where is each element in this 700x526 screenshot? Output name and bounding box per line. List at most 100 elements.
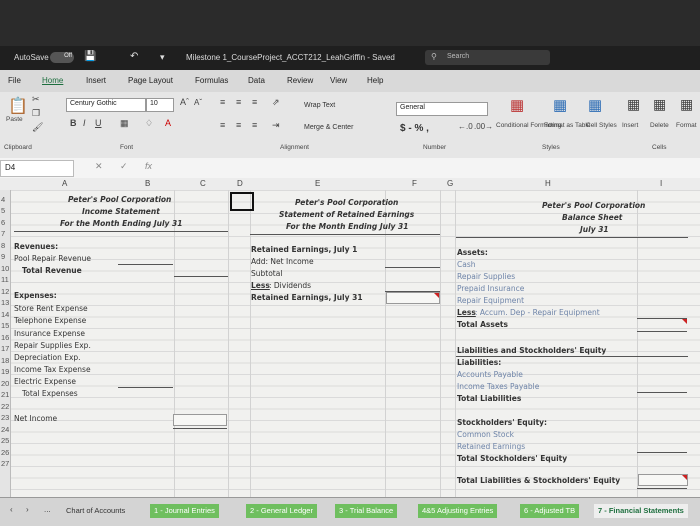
decrease-decimal-icon[interactable]: .00→ bbox=[474, 122, 493, 131]
save-icon[interactable]: 💾 bbox=[84, 51, 96, 62]
column-header-a[interactable]: A bbox=[62, 179, 67, 188]
row-number[interactable]: 13 bbox=[1, 298, 9, 307]
tab-data[interactable]: Data bbox=[248, 76, 265, 85]
autosave-toggle[interactable]: Off bbox=[50, 52, 74, 63]
merge-center-button[interactable]: Merge & Center bbox=[304, 124, 353, 131]
name-box[interactable]: D4 bbox=[0, 160, 74, 177]
is-expense-item[interactable]: Repair Supplies Exp. bbox=[14, 341, 91, 350]
column-header-b[interactable]: B bbox=[145, 179, 150, 188]
is-expense-item[interactable]: Depreciation Exp. bbox=[14, 353, 81, 362]
cancel-icon[interactable]: ✕ bbox=[95, 161, 103, 172]
tab-help[interactable]: Help bbox=[367, 76, 383, 85]
bs-equity-header[interactable]: Stockholders' Equity: bbox=[457, 418, 547, 427]
row-number[interactable]: 16 bbox=[1, 333, 9, 342]
re-add-net-income[interactable]: Add: Net Income bbox=[251, 257, 314, 266]
is-expense-item[interactable]: Electric Expense bbox=[14, 377, 76, 386]
row-number[interactable]: 24 bbox=[1, 425, 9, 434]
bs-equity-item[interactable]: Retained Earnings bbox=[457, 442, 525, 451]
is-company[interactable]: Peter's Pool Corporation bbox=[68, 195, 171, 204]
bs-accum-dep[interactable]: : Accum. Dep - Repair Equipment bbox=[475, 308, 600, 317]
row-number[interactable]: 14 bbox=[1, 310, 9, 319]
font-size-select[interactable]: 10 bbox=[146, 98, 174, 112]
sheet-tab-journal-entries[interactable]: 1 - Journal Entries bbox=[150, 504, 219, 518]
insert-function-icon[interactable]: fx bbox=[145, 161, 152, 171]
is-expense-item[interactable]: Income Tax Expense bbox=[14, 365, 91, 374]
align-left-icon[interactable]: ≡ bbox=[220, 120, 225, 130]
is-total-expenses[interactable]: Total Expenses bbox=[22, 389, 78, 398]
column-header-h[interactable]: H bbox=[545, 179, 551, 188]
bs-assets-header[interactable]: Assets: bbox=[457, 248, 488, 257]
wrap-text-button[interactable]: Wrap Text bbox=[304, 102, 335, 109]
font-color-icon[interactable]: A bbox=[165, 118, 171, 128]
is-pool-repair[interactable]: Pool Repair Revenue bbox=[14, 254, 91, 263]
insert-cells-label[interactable]: Insert bbox=[622, 122, 638, 129]
bs-title[interactable]: Balance Sheet bbox=[562, 213, 622, 222]
tab-page-layout[interactable]: Page Layout bbox=[128, 76, 173, 85]
search-box[interactable]: ⚲ Search bbox=[425, 50, 550, 65]
copy-icon[interactable]: ❐ bbox=[32, 108, 40, 119]
bold-icon[interactable]: B bbox=[70, 118, 77, 128]
format-cells-label[interactable]: Format bbox=[676, 122, 697, 129]
sheet-tab-trial-balance[interactable]: 3 - Trial Balance bbox=[335, 504, 398, 518]
re-july1[interactable]: Retained Earnings, July 1 bbox=[251, 245, 357, 254]
increase-decimal-icon[interactable]: ←.0 bbox=[458, 122, 473, 131]
underline-icon[interactable]: U bbox=[95, 118, 102, 128]
is-revenues-header[interactable]: Revenues: bbox=[14, 242, 58, 251]
font-name-select[interactable]: Century Gothic bbox=[66, 98, 146, 112]
sheet-tab-adjusted-tb[interactable]: 6 - Adjusted TB bbox=[520, 504, 580, 518]
fill-color-icon[interactable]: ♢ bbox=[145, 118, 153, 129]
bs-liab-equity-header[interactable]: Liabilities and Stockholders' Equity bbox=[457, 346, 606, 355]
bs-date[interactable]: July 31 bbox=[580, 225, 609, 234]
borders-icon[interactable]: ▦ bbox=[120, 118, 129, 129]
row-number[interactable]: 4 bbox=[1, 195, 5, 204]
row-number[interactable]: 21 bbox=[1, 390, 9, 399]
row-number[interactable]: 10 bbox=[1, 264, 9, 273]
row-number[interactable]: 20 bbox=[1, 379, 9, 388]
align-middle-icon[interactable]: ≡ bbox=[236, 97, 241, 107]
net-income-input[interactable] bbox=[173, 414, 227, 426]
row-number[interactable]: 17 bbox=[1, 344, 9, 353]
tab-review[interactable]: Review bbox=[287, 76, 313, 85]
is-period[interactable]: For the Month Ending July 31 bbox=[60, 219, 182, 228]
is-expense-item[interactable]: Insurance Expense bbox=[14, 329, 85, 338]
cell-styles-label[interactable]: Cell Styles bbox=[586, 122, 617, 129]
bs-asset-item[interactable]: Prepaid Insurance bbox=[457, 284, 524, 293]
row-number[interactable]: 18 bbox=[1, 356, 9, 365]
row-number[interactable]: 11 bbox=[1, 275, 9, 284]
undo-icon[interactable]: ↶ bbox=[130, 51, 138, 62]
bs-asset-item[interactable]: Cash bbox=[457, 260, 476, 269]
row-number[interactable]: 25 bbox=[1, 436, 9, 445]
bs-asset-item[interactable]: Repair Supplies bbox=[457, 272, 515, 281]
tab-next-icon[interactable]: › bbox=[26, 505, 29, 514]
row-number[interactable]: 8 bbox=[1, 241, 5, 250]
tab-formulas[interactable]: Formulas bbox=[195, 76, 228, 85]
align-center-icon[interactable]: ≡ bbox=[236, 120, 241, 130]
tab-insert[interactable]: Insert bbox=[86, 76, 106, 85]
sheet-tab-financial-statements[interactable]: 7 - Financial Statements bbox=[594, 504, 688, 518]
shrink-font-icon[interactable]: Aˇ bbox=[194, 98, 202, 107]
customize-toolbar-icon[interactable]: ▾ bbox=[160, 52, 165, 63]
row-number[interactable]: 19 bbox=[1, 367, 9, 376]
cut-icon[interactable]: ✂ bbox=[32, 94, 40, 105]
bs-total-assets[interactable]: Total Assets bbox=[457, 320, 508, 329]
bs-liabilities-header[interactable]: Liabilities: bbox=[457, 358, 501, 367]
bs-total-liabilities[interactable]: Total Liabilities bbox=[457, 394, 521, 403]
bs-total-le[interactable]: Total Liabilities & Stockholders' Equity bbox=[457, 476, 620, 485]
row-number[interactable]: 27 bbox=[1, 459, 9, 468]
row-number[interactable]: 5 bbox=[1, 206, 5, 215]
column-header-g[interactable]: G bbox=[447, 179, 453, 188]
format-cells-icon[interactable]: ▦ bbox=[680, 96, 693, 113]
is-expenses-header[interactable]: Expenses: bbox=[14, 291, 57, 300]
insert-cells-icon[interactable]: ▦ bbox=[627, 96, 640, 113]
selected-cell-d4[interactable] bbox=[230, 192, 254, 211]
is-title[interactable]: Income Statement bbox=[82, 207, 160, 216]
align-top-icon[interactable]: ≡ bbox=[220, 97, 225, 107]
column-header-e[interactable]: E bbox=[315, 179, 320, 188]
tab-more-icon[interactable]: ... bbox=[44, 505, 51, 514]
re-title[interactable]: Statement of Retained Earnings bbox=[279, 210, 414, 219]
sheet-tab-chart-of-accounts[interactable]: Chart of Accounts bbox=[62, 504, 129, 518]
row-number[interactable]: 9 bbox=[1, 252, 5, 261]
column-header-d[interactable]: D bbox=[237, 179, 243, 188]
error-indicator[interactable] bbox=[682, 475, 687, 480]
align-right-icon[interactable]: ≡ bbox=[252, 120, 257, 130]
